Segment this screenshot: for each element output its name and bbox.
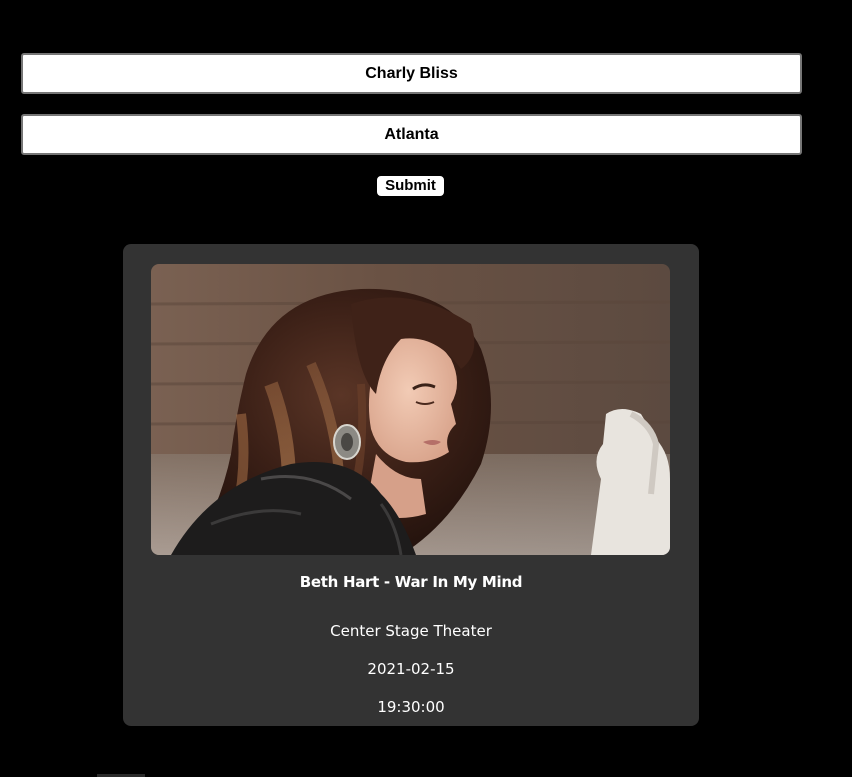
submit-button[interactable]: Submit bbox=[377, 176, 444, 196]
event-venue: Center Stage Theater bbox=[330, 622, 492, 640]
event-date: 2021-02-15 bbox=[367, 660, 455, 678]
artist-search-input[interactable] bbox=[21, 53, 802, 94]
city-search-input[interactable] bbox=[21, 114, 802, 155]
event-title: Beth Hart - War In My Mind bbox=[299, 573, 523, 591]
event-card: Beth Hart - War In My Mind Center Stage … bbox=[123, 244, 699, 726]
event-artist-photo bbox=[151, 264, 670, 555]
event-time: 19:30:00 bbox=[377, 698, 445, 716]
